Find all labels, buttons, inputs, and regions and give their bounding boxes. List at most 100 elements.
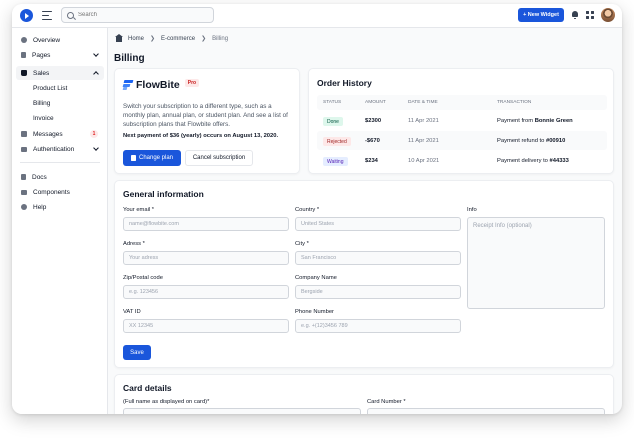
transaction-cell: Payment from Bonnie Green (497, 118, 573, 124)
subscription-description: Switch your subscription to a different … (123, 103, 288, 128)
search-box[interactable] (61, 7, 214, 23)
clipboard-icon (21, 173, 26, 181)
column-header: Transaction (497, 100, 532, 105)
sidebar-divider (20, 162, 100, 163)
new-widget-button[interactable]: + New Widget (518, 8, 564, 22)
lock-icon (21, 147, 27, 152)
breadcrumb-section[interactable]: E-commerce (161, 36, 195, 42)
column-header: Date & Time (408, 100, 438, 105)
sidebar-item-overview[interactable]: Overview (16, 33, 104, 47)
app-window: + New Widget Overview Pages Sales Produc… (12, 4, 622, 414)
sidebar-item-label: Overview (33, 36, 61, 44)
email-field[interactable] (123, 217, 289, 231)
sidebar-subitem-invoice[interactable]: Invoice (33, 115, 54, 122)
hamburger-menu-icon[interactable] (42, 11, 52, 20)
zip-label: Zip/Postal code (123, 275, 163, 281)
company-field[interactable] (295, 285, 461, 299)
card-details-title: Card details (123, 383, 172, 393)
cancel-subscription-button[interactable]: Cancel subscription (185, 150, 253, 166)
shopping-bag-icon (21, 70, 27, 76)
card-number-field[interactable] (367, 408, 605, 414)
sidebar-item-label: Sales (33, 69, 50, 77)
sidebar-item-authentication[interactable]: Authentication (16, 142, 104, 156)
sidebar-subitem-billing[interactable]: Billing (33, 100, 50, 107)
general-information-title: General information (123, 189, 204, 199)
breadcrumb-current: Billing (212, 35, 229, 42)
sidebar-item-pages[interactable]: Pages (16, 48, 104, 62)
email-label: Your email * (123, 207, 155, 213)
transaction-cell: Payment delivery to #44333 (497, 158, 569, 164)
receipt-info-textarea[interactable] (467, 217, 605, 309)
transaction-cell: Payment refund to #00910 (497, 138, 566, 144)
info-label: Info (467, 207, 477, 213)
sidebar-item-label: Authentication (33, 145, 75, 153)
sidebar-item-label: Pages (32, 51, 51, 59)
breadcrumb: Home ❯ E-commerce ❯ Billing (115, 33, 229, 42)
amount-cell: $234 (365, 158, 378, 164)
flowbite-logo-icon[interactable] (20, 9, 33, 22)
country-field[interactable] (295, 217, 461, 231)
sidebar-item-components[interactable]: Components (16, 185, 104, 199)
search-input[interactable] (78, 12, 208, 18)
user-avatar[interactable] (601, 8, 615, 22)
vat-field[interactable] (123, 319, 289, 333)
city-field[interactable] (295, 251, 461, 265)
change-plan-label: Change plan (138, 155, 174, 161)
top-navbar: + New Widget (12, 4, 622, 28)
date-cell: 10 Apr 2021 (408, 158, 440, 164)
stack-icon (21, 189, 27, 195)
bell-icon[interactable] (571, 11, 578, 19)
search-icon (67, 11, 74, 19)
address-field[interactable] (123, 251, 289, 265)
sidebar-item-label: Messages (33, 130, 63, 138)
chevron-up-icon (93, 71, 99, 77)
brand-name: FlowBite (136, 79, 180, 91)
order-history-title: Order History (317, 78, 372, 88)
table-row: Rejected -$670 11 Apr 2021 Payment refun… (317, 131, 607, 150)
messages-count-badge: 1 (90, 130, 98, 138)
change-plan-button[interactable]: Change plan (123, 150, 181, 166)
sidebar-item-messages[interactable]: Messages 1 (16, 127, 104, 141)
page-title: Billing (114, 53, 145, 64)
sidebar: Overview Pages Sales Product List Billin… (12, 28, 108, 414)
vat-label: VAT ID (123, 309, 141, 315)
card-name-label: (Full name as displayed on card)* (123, 399, 210, 405)
sidebar-item-label: Components (33, 188, 70, 196)
city-label: City * (295, 241, 309, 247)
chevron-down-icon (93, 51, 99, 57)
lifebuoy-icon (21, 204, 27, 210)
status-badge: Rejected (323, 137, 351, 146)
date-cell: 11 Apr 2021 (408, 118, 439, 124)
sidebar-item-label: Help (33, 203, 47, 211)
zip-field[interactable] (123, 285, 289, 299)
document-icon (21, 51, 26, 59)
next-payment-text: Next payment of $36 (yearly) occurs on A… (123, 133, 279, 139)
sidebar-item-label: Docs (32, 173, 47, 181)
pie-chart-icon (21, 37, 27, 43)
card-name-field[interactable] (123, 408, 361, 414)
home-icon (115, 33, 123, 42)
address-label: Adress * (123, 241, 145, 247)
column-header: Amount (365, 100, 386, 105)
apps-grid-icon[interactable] (586, 11, 594, 19)
date-cell: 11 Apr 2021 (408, 138, 439, 144)
sidebar-subitem-product-list[interactable]: Product List (33, 85, 67, 92)
chevron-right-icon: ❯ (150, 36, 156, 42)
amount-cell: -$670 (365, 138, 380, 144)
card-number-label: Card Number * (367, 399, 406, 405)
sidebar-item-docs[interactable]: Docs (16, 170, 104, 184)
pro-badge: Pro (184, 79, 200, 87)
card-details-card: Card details (Full name as displayed on … (114, 374, 614, 414)
order-history-card: Order History Status Amount Date & Time … (308, 68, 614, 174)
column-header: Status (323, 100, 342, 105)
sidebar-item-sales[interactable]: Sales (16, 66, 104, 80)
save-button[interactable]: Save (123, 345, 151, 360)
phone-field[interactable] (295, 319, 461, 333)
chevron-right-icon: ❯ (201, 36, 207, 42)
sidebar-item-help[interactable]: Help (16, 200, 104, 214)
country-label: Country * (295, 207, 320, 213)
breadcrumb-home[interactable]: Home (128, 36, 144, 42)
order-history-header: Status Amount Date & Time Transaction (317, 95, 607, 110)
status-badge: Waiting (323, 157, 348, 166)
general-information-card: General information Your email * Country… (114, 180, 614, 368)
